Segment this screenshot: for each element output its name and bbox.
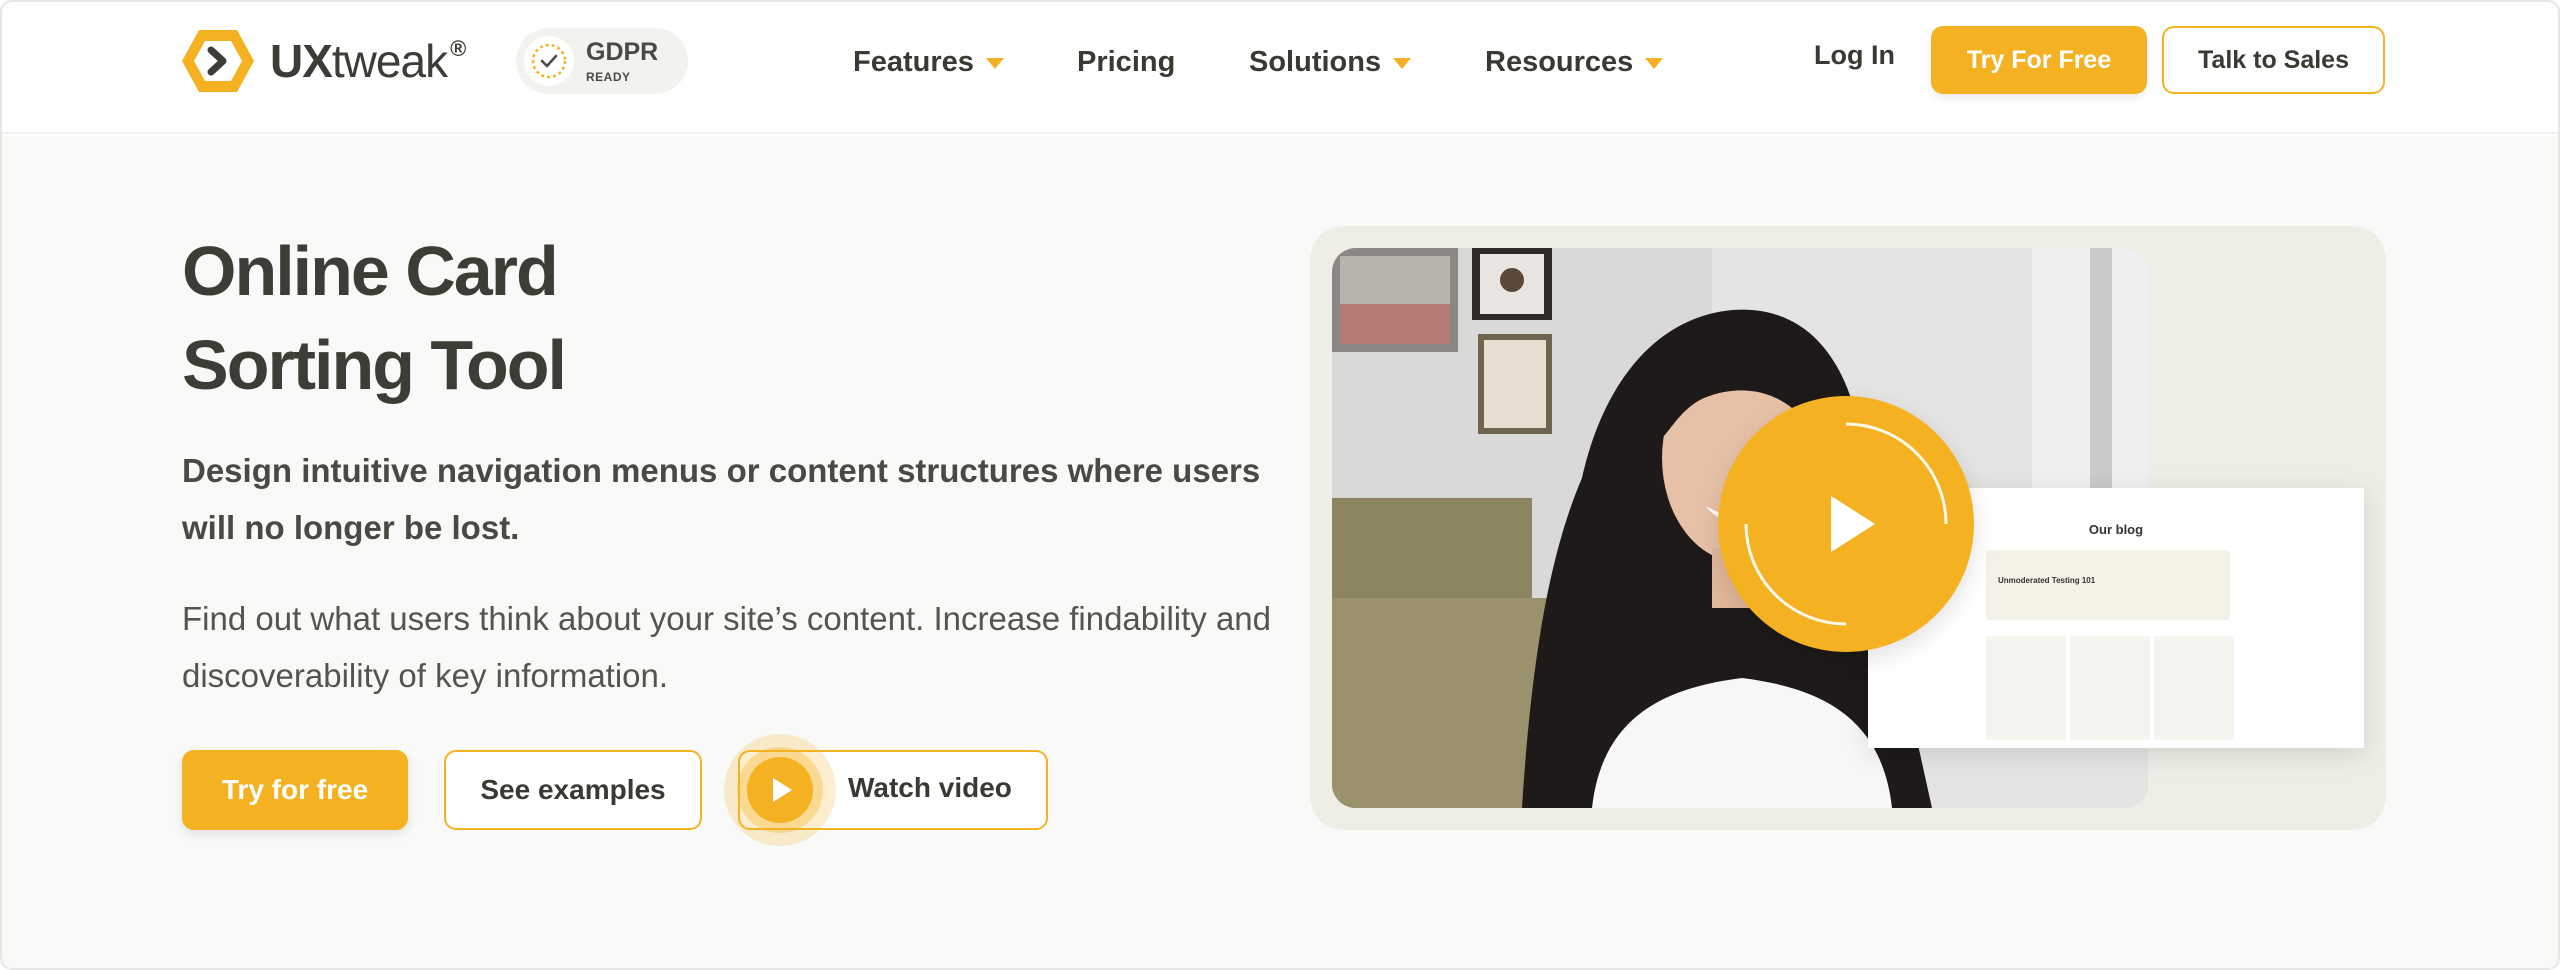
try-for-free-button[interactable]: Try For Free: [1931, 26, 2147, 94]
gdpr-title: GDPR: [586, 37, 659, 66]
play-video-button[interactable]: [1718, 396, 1974, 652]
nav-item-label: Features: [853, 45, 974, 78]
page-title-line-1: Online Card: [182, 232, 559, 310]
gdpr-text: GDPR READY: [586, 37, 659, 84]
nav-item-label: Resources: [1485, 45, 1634, 78]
brand-name: UX tweak ®: [270, 34, 466, 88]
nav-item-resources[interactable]: Resources: [1485, 42, 1664, 82]
page-title: Online Card Sorting Tool: [182, 224, 567, 412]
nav-item-solutions[interactable]: Solutions: [1249, 42, 1412, 82]
uxtweak-logo[interactable]: UX tweak ®: [180, 26, 466, 96]
brand-bold: UX: [270, 35, 333, 87]
blog-preview-card: [2070, 636, 2150, 740]
page-title-line-2: Sorting Tool: [182, 326, 567, 404]
nav-item-pricing[interactable]: Pricing: [1077, 42, 1175, 82]
brand-regular: tweak: [331, 35, 448, 87]
login-link[interactable]: Log In: [1814, 40, 1895, 71]
caret-down-icon: [985, 57, 1004, 69]
hero-description: Find out what users think about your sit…: [182, 600, 1272, 694]
caret-down-icon: [1393, 57, 1412, 69]
try-free-cta-button[interactable]: Try for free: [182, 750, 408, 830]
watch-video-label: Watch video: [848, 772, 1012, 803]
gdpr-check-seal-icon: [524, 36, 574, 86]
blog-preview-card: [1986, 636, 2066, 740]
top-navigation: UX tweak ® GDPR READY Features Pricing Sol…: [2, 2, 2558, 134]
gdpr-subtitle: READY: [586, 69, 631, 84]
see-examples-button[interactable]: See examples: [444, 750, 702, 830]
play-icon: [1831, 496, 1875, 552]
page-frame: UX tweak ® GDPR READY Features Pricing Sol…: [0, 0, 2560, 970]
blog-preview-feature: Unmoderated Testing 101: [1986, 550, 2230, 620]
nav-item-label: Solutions: [1249, 45, 1382, 78]
play-icon[interactable]: [724, 734, 836, 846]
talk-to-sales-button[interactable]: Talk to Sales: [2162, 26, 2385, 94]
hero-lead: Design intuitive navigation menus or con…: [182, 452, 1261, 546]
blog-preview-card: [2154, 636, 2234, 740]
nav-item-label: Pricing: [1077, 45, 1176, 78]
nav-item-features[interactable]: Features: [853, 42, 1004, 82]
registered-mark: ®: [450, 36, 466, 61]
caret-down-icon: [1645, 57, 1664, 69]
uxtweak-hexagon-chevron-icon: [182, 30, 254, 92]
gdpr-badge: GDPR READY: [516, 28, 688, 94]
